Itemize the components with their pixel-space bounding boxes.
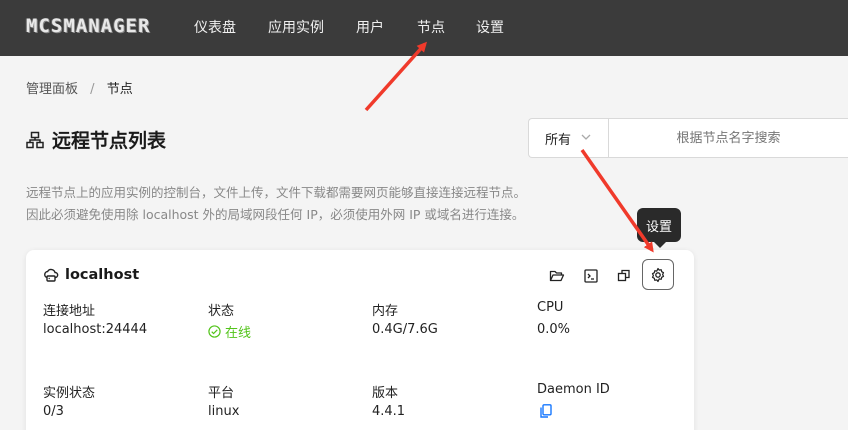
settings-button[interactable]	[642, 259, 674, 290]
page-description: 远程节点上的应用实例的控制台，文件上传，文件下载都需要网页能够直接连接远程节点。…	[26, 182, 526, 226]
nav-instances[interactable]: 应用实例	[268, 17, 324, 37]
nav-users[interactable]: 用户	[356, 17, 384, 37]
node-name: localhost	[65, 267, 140, 283]
field-version-label: 版本	[372, 386, 399, 401]
field-daemon-id-label: Daemon ID	[537, 382, 610, 397]
status-select[interactable]: 所有	[529, 119, 609, 157]
breadcrumb-separator: /	[90, 82, 95, 97]
field-cpu-value: 0.0%	[537, 322, 571, 337]
field-platform-value: linux	[208, 404, 240, 419]
status-select-value: 所有	[545, 132, 572, 148]
field-status-label: 状态	[208, 304, 235, 319]
nav-dashboard[interactable]: 仪表盘	[194, 17, 236, 37]
cluster-icon	[26, 131, 44, 148]
settings-tooltip: 设置	[637, 208, 681, 248]
field-instances-value: 0/3	[43, 404, 64, 419]
field-version-value: 4.4.1	[372, 404, 406, 419]
status-text: 在线	[225, 326, 252, 341]
node-search-input[interactable]	[609, 119, 848, 157]
copy-window-icon	[617, 269, 630, 282]
breadcrumb: 管理面板 / 节点	[26, 78, 133, 97]
page-title-text: 远程节点列表	[52, 130, 167, 152]
node-filter: 所有	[528, 118, 848, 158]
node-card-title: localhost	[43, 267, 139, 283]
app-logo[interactable]: MCSMANAGER	[26, 15, 150, 37]
gear-icon	[651, 267, 665, 282]
description-line-1: 远程节点上的应用实例的控制台，文件上传，文件下载都需要网页能够直接连接远程节点。	[26, 185, 527, 200]
field-address-value: localhost:24444	[43, 322, 148, 337]
top-navigation-bar: MCSMANAGER 仪表盘 应用实例 用户 节点 设置	[0, 0, 848, 56]
breadcrumb-root[interactable]: 管理面板	[26, 82, 78, 97]
cloud-server-icon	[44, 268, 59, 282]
file-manager-button[interactable]	[542, 262, 572, 290]
folder-icon	[549, 270, 565, 282]
nav-nodes[interactable]: 节点	[417, 17, 445, 37]
description-line-2: 因此必须避免使用除 localhost 外的局域网段任何 IP，必须使用外网 I…	[26, 207, 525, 222]
copy-daemon-id-button[interactable]	[540, 404, 552, 422]
terminal-icon	[584, 269, 598, 283]
field-address-label: 连接地址	[43, 304, 96, 319]
breadcrumb-current: 节点	[106, 82, 133, 97]
field-platform-label: 平台	[208, 386, 235, 401]
check-circle-icon	[208, 325, 221, 338]
field-status-value: 在线	[208, 322, 251, 341]
field-instances-label: 实例状态	[43, 386, 96, 401]
copy-icon	[540, 404, 552, 418]
field-cpu-label: CPU	[537, 300, 564, 315]
instances-button[interactable]	[609, 262, 639, 290]
field-memory-value: 0.4G/7.6G	[372, 322, 438, 337]
node-card: localhost 连接地址 localhost:24444 状态 在线 内存 …	[26, 250, 694, 430]
field-memory-label: 内存	[372, 304, 399, 319]
nav-settings[interactable]: 设置	[476, 17, 504, 37]
page-title: 远程节点列表	[26, 126, 166, 153]
chevron-down-icon	[581, 132, 591, 145]
terminal-button[interactable]	[576, 262, 606, 290]
